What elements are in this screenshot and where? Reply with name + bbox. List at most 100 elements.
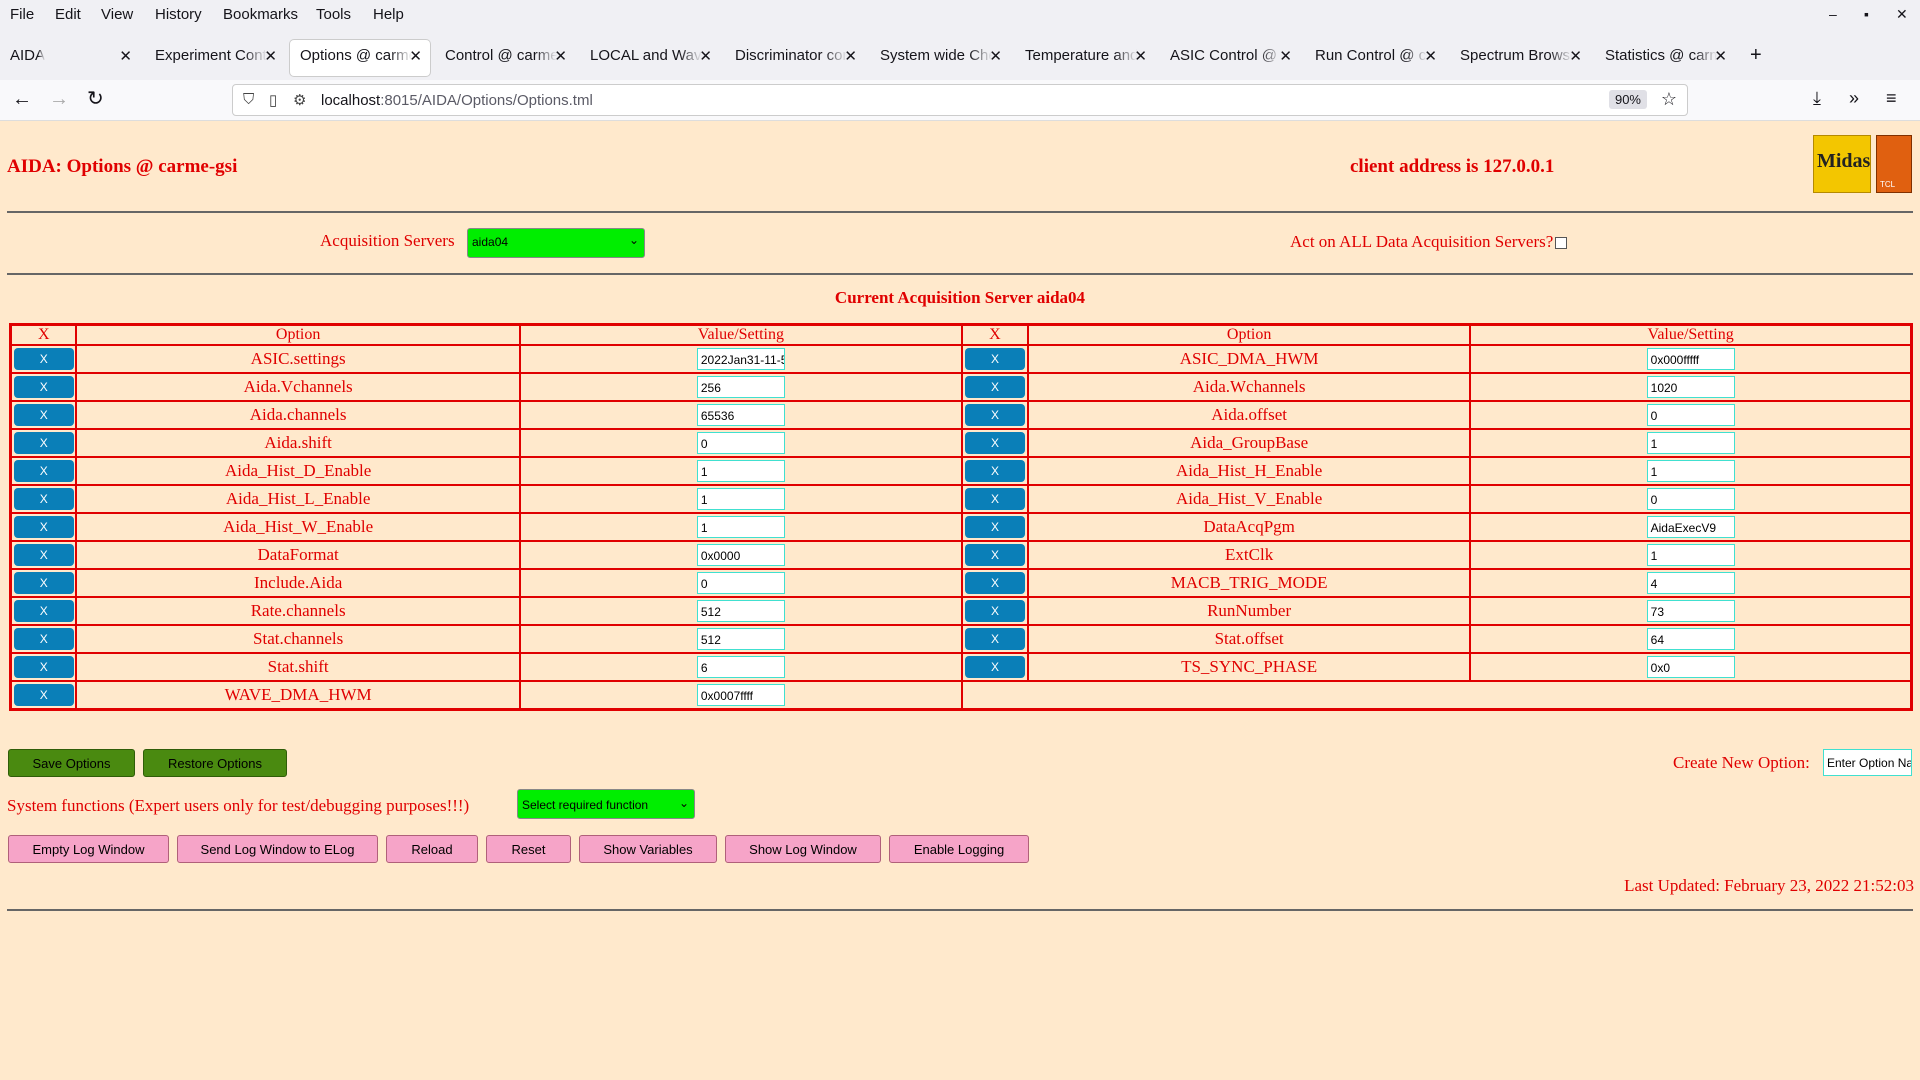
delete-option-button[interactable]: X xyxy=(964,376,1025,399)
send-log-to-elog-button[interactable]: Send Log Window to ELog xyxy=(177,835,378,863)
tab-asic-control[interactable]: ASIC Control @ carme✕ xyxy=(1160,40,1300,76)
back-icon[interactable]: ← xyxy=(12,87,32,111)
show-log-window-button[interactable]: Show Log Window xyxy=(725,835,881,863)
overflow-icon[interactable]: » xyxy=(1849,88,1859,109)
option-value-input[interactable]: 1 xyxy=(696,516,785,539)
tab-spectrum-browser[interactable]: Spectrum Browser ✕ xyxy=(1450,40,1590,76)
menu-history[interactable]: History xyxy=(155,6,202,23)
option-value-input[interactable]: 0 xyxy=(696,432,785,455)
option-value-input[interactable]: 0x0 xyxy=(1646,656,1735,679)
tab-system-checks[interactable]: System wide Checks✕ xyxy=(870,40,1010,76)
option-value-input[interactable]: AidaExecV9 xyxy=(1646,516,1735,539)
delete-option-button[interactable]: X xyxy=(13,348,74,371)
tab-discriminator[interactable]: Discriminator control✕ xyxy=(725,40,865,76)
delete-option-button[interactable]: X xyxy=(964,516,1025,539)
option-value-input[interactable]: 0 xyxy=(696,572,785,595)
close-tab-icon[interactable]: ✕ xyxy=(554,47,567,65)
minimize-icon[interactable]: – xyxy=(1829,6,1837,22)
close-window-icon[interactable]: ✕ xyxy=(1896,6,1908,23)
option-value-input[interactable]: 0 xyxy=(1646,404,1735,427)
tab-run-control[interactable]: Run Control @ carme✕ xyxy=(1305,40,1445,76)
acquisition-server-select[interactable]: aida04 ⌄ xyxy=(467,228,645,258)
close-tab-icon[interactable]: ✕ xyxy=(1279,47,1292,65)
option-value-input[interactable]: 6 xyxy=(696,656,785,679)
url-text[interactable]: localhost:8015/AIDA/Options/Options.tml xyxy=(321,92,593,109)
reload-icon[interactable]: ↻ xyxy=(87,87,104,111)
restore-options-button[interactable]: Restore Options xyxy=(143,749,287,777)
maximize-icon[interactable]: ▪ xyxy=(1864,6,1869,22)
new-tab-icon[interactable]: + xyxy=(1750,44,1762,67)
system-function-select[interactable]: Select required function ⌄ xyxy=(517,789,695,819)
option-value-input[interactable]: 0x0000 xyxy=(696,544,785,567)
delete-option-button[interactable]: X xyxy=(964,628,1025,651)
hamburger-menu-icon[interactable]: ≡ xyxy=(1886,88,1897,109)
reload-button[interactable]: Reload xyxy=(386,835,478,863)
downloads-icon[interactable]: ⤓ xyxy=(1813,88,1821,109)
zoom-indicator[interactable]: 90% xyxy=(1608,90,1647,109)
empty-log-window-button[interactable]: Empty Log Window xyxy=(8,835,169,863)
delete-option-button[interactable]: X xyxy=(964,488,1025,511)
delete-option-button[interactable]: X xyxy=(964,544,1025,567)
option-value-input[interactable]: 64 xyxy=(1646,628,1735,651)
close-tab-icon[interactable]: ✕ xyxy=(409,47,422,65)
new-option-input[interactable]: Enter Option Name xyxy=(1823,749,1912,776)
menu-file[interactable]: File xyxy=(10,6,34,23)
permissions-icon[interactable]: ⚙ xyxy=(293,91,306,109)
delete-option-button[interactable]: X xyxy=(964,348,1025,371)
option-value-input[interactable]: 1020 xyxy=(1646,376,1735,399)
close-tab-icon[interactable]: ✕ xyxy=(119,47,132,65)
close-tab-icon[interactable]: ✕ xyxy=(844,47,857,65)
menu-view[interactable]: View xyxy=(101,6,133,23)
option-value-input[interactable]: 1 xyxy=(1646,544,1735,567)
menu-edit[interactable]: Edit xyxy=(55,6,81,23)
option-value-input[interactable]: 256 xyxy=(696,376,785,399)
delete-option-button[interactable]: X xyxy=(13,460,74,483)
bookmark-star-icon[interactable]: ☆ xyxy=(1661,89,1677,110)
option-value-input[interactable]: 2022Jan31-11-5 xyxy=(696,348,785,371)
delete-option-button[interactable]: X xyxy=(13,600,74,623)
save-options-button[interactable]: Save Options xyxy=(8,749,135,777)
delete-option-button[interactable]: X xyxy=(964,572,1025,595)
tab-control[interactable]: Control @ carme-gsi✕ xyxy=(435,40,575,76)
close-tab-icon[interactable]: ✕ xyxy=(1424,47,1437,65)
delete-option-button[interactable]: X xyxy=(13,488,74,511)
option-value-input[interactable]: 4 xyxy=(1646,572,1735,595)
delete-option-button[interactable]: X xyxy=(964,600,1025,623)
delete-option-button[interactable]: X xyxy=(13,404,74,427)
delete-option-button[interactable]: X xyxy=(13,656,74,679)
option-value-input[interactable]: 512 xyxy=(696,600,785,623)
menu-help[interactable]: Help xyxy=(373,6,404,23)
menu-tools[interactable]: Tools xyxy=(316,6,351,23)
delete-option-button[interactable]: X xyxy=(13,684,74,707)
delete-option-button[interactable]: X xyxy=(964,432,1025,455)
enable-logging-button[interactable]: Enable Logging xyxy=(889,835,1029,863)
close-tab-icon[interactable]: ✕ xyxy=(699,47,712,65)
delete-option-button[interactable]: X xyxy=(964,404,1025,427)
option-value-input[interactable]: 1 xyxy=(1646,460,1735,483)
option-value-input[interactable]: 73 xyxy=(1646,600,1735,623)
act-all-checkbox[interactable] xyxy=(1555,237,1568,250)
delete-option-button[interactable]: X xyxy=(964,656,1025,679)
option-value-input[interactable]: 0x0007ffff xyxy=(696,684,785,707)
option-value-input[interactable]: 1 xyxy=(696,488,785,511)
delete-option-button[interactable]: X xyxy=(13,572,74,595)
tab-options[interactable]: Options @ carme-gsi✕ xyxy=(290,40,430,76)
tab-aida[interactable]: AIDA ✕ xyxy=(0,40,140,76)
delete-option-button[interactable]: X xyxy=(13,544,74,567)
tab-temperature[interactable]: Temperature and ✕ xyxy=(1015,40,1155,76)
delete-option-button[interactable]: X xyxy=(13,516,74,539)
tab-local-waveform[interactable]: LOCAL and Waveform✕ xyxy=(580,40,720,76)
option-value-input[interactable]: 0 xyxy=(1646,488,1735,511)
option-value-input[interactable]: 512 xyxy=(696,628,785,651)
menu-bookmarks[interactable]: Bookmarks xyxy=(223,6,298,23)
close-tab-icon[interactable]: ✕ xyxy=(1569,47,1582,65)
url-bar[interactable]: ⛉ ▯ ⚙ localhost:8015/AIDA/Options/Option… xyxy=(232,84,1688,116)
reset-button[interactable]: Reset xyxy=(486,835,571,863)
delete-option-button[interactable]: X xyxy=(13,376,74,399)
delete-option-button[interactable]: X xyxy=(964,460,1025,483)
delete-option-button[interactable]: X xyxy=(13,432,74,455)
close-tab-icon[interactable]: ✕ xyxy=(989,47,1002,65)
forward-icon[interactable]: → xyxy=(49,87,69,111)
delete-option-button[interactable]: X xyxy=(13,628,74,651)
close-tab-icon[interactable]: ✕ xyxy=(1134,47,1147,65)
